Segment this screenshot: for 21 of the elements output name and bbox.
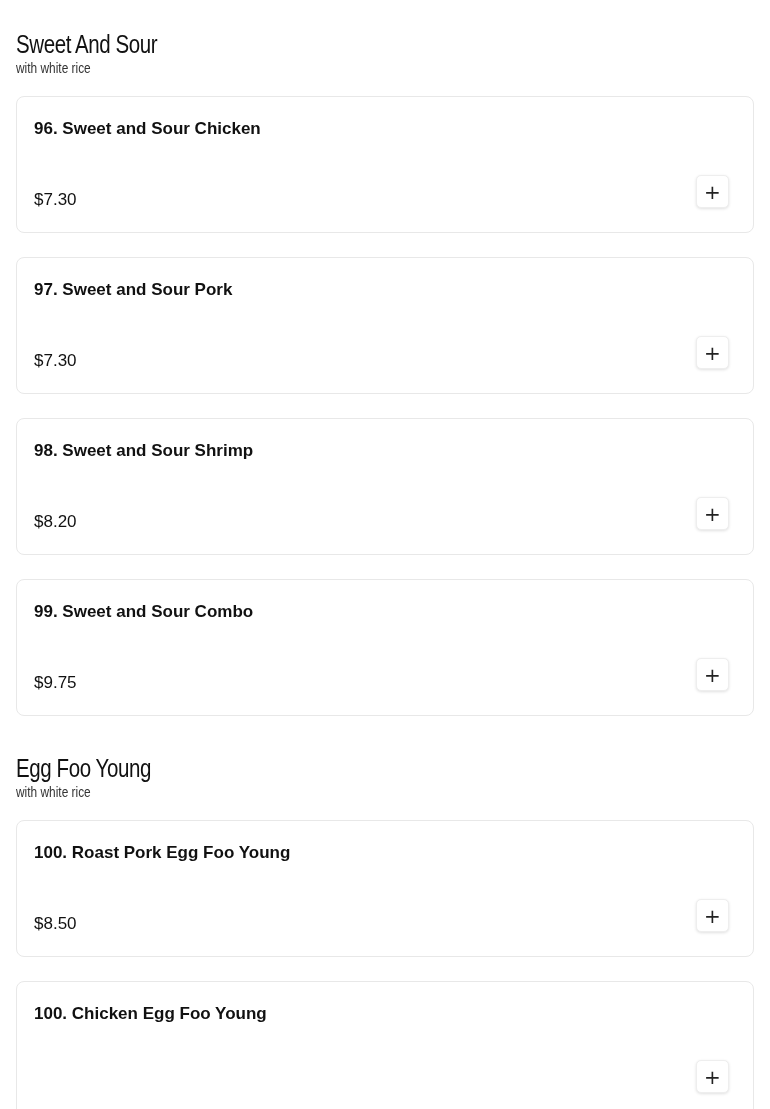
item-name: 97. Sweet and Sour Pork bbox=[34, 280, 233, 300]
item-price: $8.50 bbox=[34, 914, 77, 934]
item-price: $8.20 bbox=[34, 512, 77, 532]
item-name: 99. Sweet and Sour Combo bbox=[34, 602, 254, 622]
section-subtitle: with white rice bbox=[16, 784, 91, 800]
item-name: 100. Chicken Egg Foo Young bbox=[34, 1004, 267, 1024]
item-name: 96. Sweet and Sour Chicken bbox=[34, 119, 261, 139]
add-button[interactable]: + bbox=[696, 175, 729, 208]
section-title: Sweet And Sour bbox=[16, 30, 158, 59]
item-price: $7.30 bbox=[34, 190, 77, 210]
section-subtitle: with white rice bbox=[16, 60, 91, 76]
section-title: Egg Foo Young bbox=[16, 754, 151, 783]
item-price: $9.75 bbox=[34, 673, 77, 693]
add-button[interactable]: + bbox=[696, 899, 729, 932]
add-button[interactable]: + bbox=[696, 1060, 729, 1093]
add-button[interactable]: + bbox=[696, 658, 729, 691]
item-name: 100. Roast Pork Egg Foo Young bbox=[34, 843, 291, 863]
item-price: $7.30 bbox=[34, 351, 77, 371]
add-button[interactable]: + bbox=[696, 336, 729, 369]
add-button[interactable]: + bbox=[696, 497, 729, 530]
item-name: 98. Sweet and Sour Shrimp bbox=[34, 441, 254, 461]
